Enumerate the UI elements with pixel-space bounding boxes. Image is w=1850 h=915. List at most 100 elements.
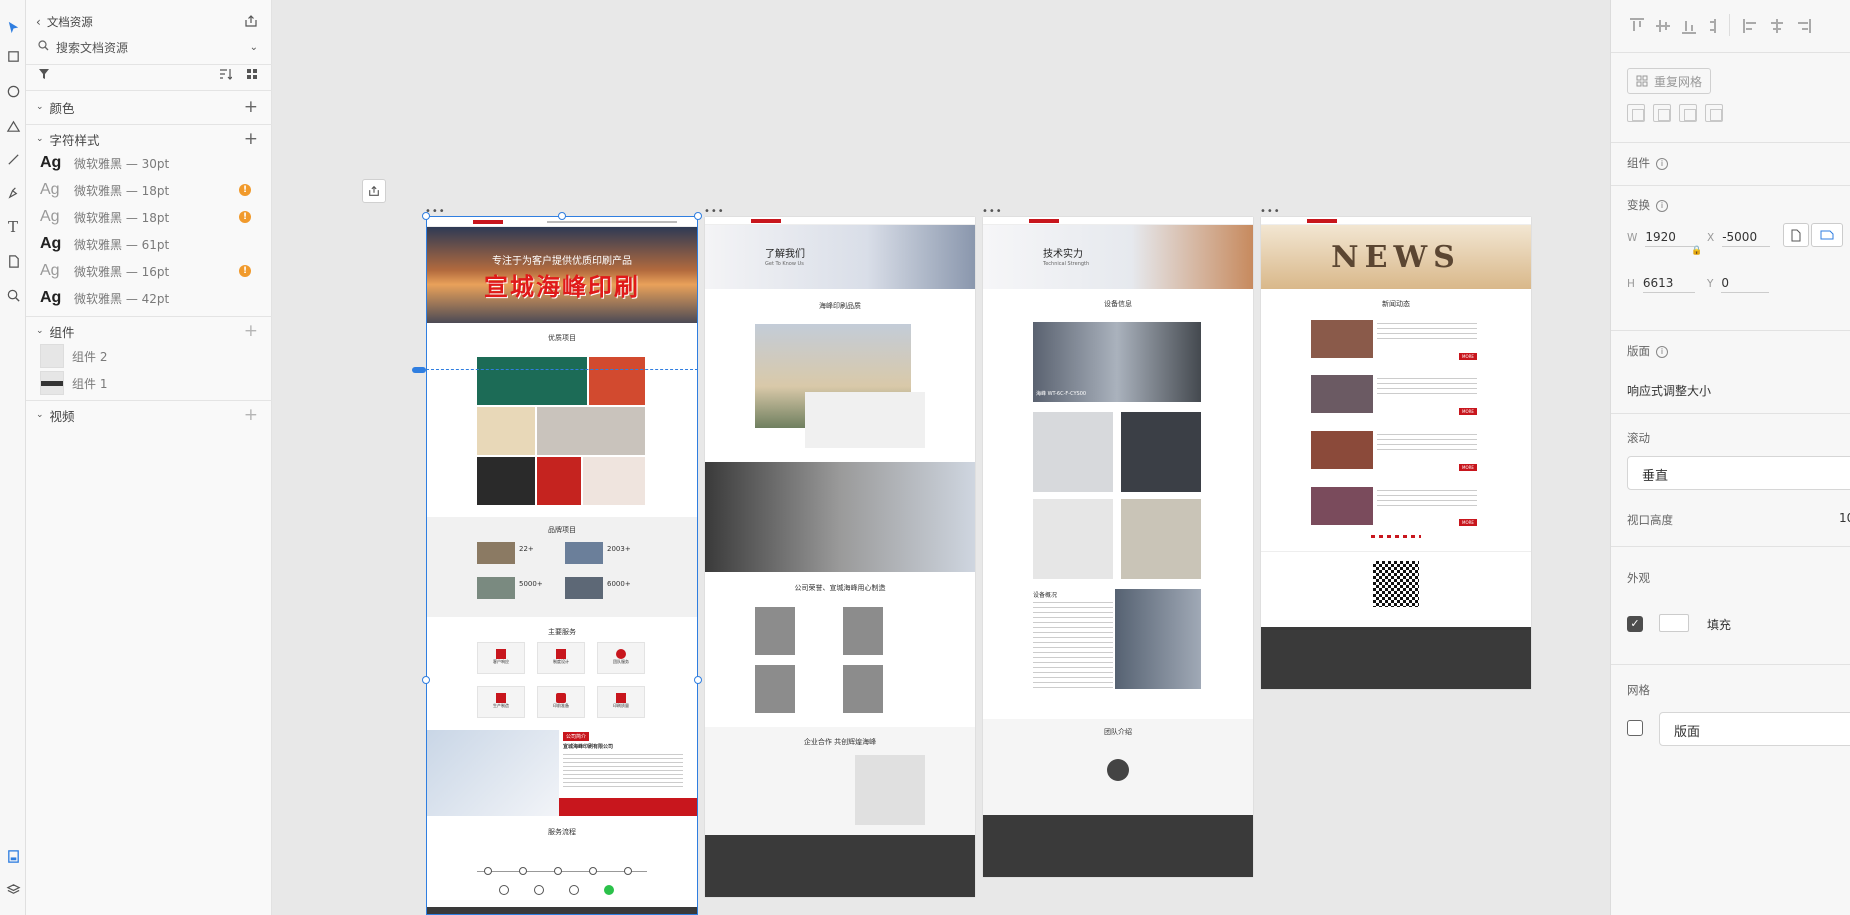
resize-handle[interactable] bbox=[422, 212, 430, 220]
fill-color-swatch[interactable] bbox=[1659, 614, 1689, 632]
polygon-tool-icon[interactable] bbox=[0, 115, 26, 137]
rectangle-tool-icon[interactable] bbox=[0, 45, 26, 67]
char-style-item[interactable]: Ag 微软雅黑 — 42pt bbox=[26, 287, 272, 309]
y-input[interactable]: 0 bbox=[1721, 276, 1770, 293]
section-heading: 设备信息 bbox=[1104, 300, 1132, 308]
add-char-style-icon[interactable]: + bbox=[244, 130, 258, 148]
align-right-icon[interactable] bbox=[1793, 16, 1813, 36]
info-icon[interactable]: i bbox=[1656, 199, 1668, 212]
char-style-item[interactable]: Ag 微软雅黑 — 18pt ! bbox=[26, 206, 272, 228]
grid-view-icon[interactable] bbox=[246, 68, 258, 83]
document-assets-icon[interactable] bbox=[0, 845, 26, 867]
width-field[interactable]: W 1920 bbox=[1627, 230, 1698, 247]
artboard-menu-icon[interactable]: ••• bbox=[982, 206, 1003, 217]
scroll-direction-select[interactable]: 垂直 bbox=[1627, 456, 1850, 490]
artboard-home[interactable]: 专注于为客户提供优质印刷产品 宣城海峰印刷 优质项目 品牌项目 22+ 2003… bbox=[427, 217, 697, 915]
warning-icon[interactable]: ! bbox=[239, 211, 251, 223]
grid-checkbox[interactable] bbox=[1627, 720, 1643, 736]
resize-handle[interactable] bbox=[558, 212, 566, 220]
artboard-menu-icon[interactable]: ••• bbox=[704, 206, 725, 217]
repeat-grid-button[interactable]: 重复网格 bbox=[1627, 68, 1712, 94]
portrait-orientation-button[interactable] bbox=[1783, 223, 1809, 247]
boolean-add-icon[interactable] bbox=[1627, 104, 1645, 122]
add-color-icon[interactable]: + bbox=[244, 98, 258, 116]
zoom-tool-icon[interactable] bbox=[0, 284, 26, 306]
char-styles-section-title: 字符样式 bbox=[49, 132, 100, 148]
filter-icon[interactable] bbox=[38, 68, 50, 83]
width-input[interactable]: 1920 bbox=[1645, 230, 1698, 247]
share-icon[interactable] bbox=[244, 14, 258, 31]
resize-handle[interactable] bbox=[694, 212, 702, 220]
component-item[interactable]: 组件 1 bbox=[26, 371, 272, 395]
text-tool-icon[interactable]: T bbox=[0, 216, 26, 238]
viewport-height-input[interactable]: 10 bbox=[1839, 511, 1850, 525]
responsive-resize-label[interactable]: 响应式调整大小 bbox=[1627, 382, 1711, 399]
section-chevron-icon: ⌄ bbox=[36, 410, 44, 420]
assets-search-box[interactable]: 搜索文档资源 ⌄ bbox=[26, 35, 272, 59]
grid-type-select[interactable]: 版面 bbox=[1659, 712, 1850, 746]
viewport-height-handle[interactable] bbox=[412, 367, 426, 373]
lock-aspect-icon[interactable]: 🔒 bbox=[1691, 246, 1702, 256]
artboard-tool-icon[interactable] bbox=[0, 250, 26, 272]
char-style-item[interactable]: Ag 微软雅黑 — 16pt ! bbox=[26, 260, 272, 282]
share-artboard-button[interactable] bbox=[362, 179, 386, 203]
news-more-button[interactable]: MORE bbox=[1459, 519, 1477, 526]
ellipse-tool-icon[interactable] bbox=[0, 80, 26, 102]
artboard-technology[interactable]: 技术实力 Technical Strength 设备信息 海峰 WT-6C-F-… bbox=[983, 217, 1253, 877]
x-field[interactable]: X -5000 bbox=[1707, 230, 1771, 247]
artboard-menu-icon[interactable]: ••• bbox=[1260, 206, 1281, 217]
components-section-header[interactable]: ⌄ 组件 + bbox=[26, 322, 272, 340]
news-more-button[interactable]: MORE bbox=[1459, 464, 1477, 471]
artboard-about[interactable]: 了解我们 Get To Know Us 海峰印刷品质 公司荣誉、宣城海峰用心制造… bbox=[705, 217, 975, 897]
resize-handle[interactable] bbox=[422, 676, 430, 684]
pen-tool-icon[interactable] bbox=[0, 182, 26, 204]
align-top-icon[interactable] bbox=[1627, 16, 1647, 36]
x-input[interactable]: -5000 bbox=[1722, 230, 1771, 247]
boolean-exclude-icon[interactable] bbox=[1705, 104, 1723, 122]
tool-rail: T bbox=[0, 0, 26, 915]
design-canvas[interactable]: ••• 专注于为客户提供优质印刷产品 宣城海峰印刷 优质项目 品牌项目 22+ … bbox=[272, 0, 1610, 915]
video-section-header[interactable]: ⌄ 视频 + bbox=[26, 406, 272, 424]
height-field[interactable]: H 6613 bbox=[1627, 276, 1695, 293]
distribute-icon[interactable] bbox=[1705, 16, 1725, 36]
page-banner: NEWS bbox=[1261, 225, 1531, 289]
add-video-icon[interactable]: + bbox=[244, 406, 258, 424]
char-style-item[interactable]: Ag 微软雅黑 — 30pt bbox=[26, 152, 272, 174]
landscape-orientation-button[interactable] bbox=[1811, 223, 1843, 247]
height-input[interactable]: 6613 bbox=[1642, 276, 1695, 293]
y-field[interactable]: Y0 bbox=[1707, 276, 1770, 293]
info-icon[interactable]: i bbox=[1656, 345, 1668, 358]
align-bottom-icon[interactable] bbox=[1679, 16, 1699, 36]
select-tool-icon[interactable] bbox=[0, 16, 26, 38]
artboard-news[interactable]: NEWS 新闻动态 MORE MORE MORE MORE bbox=[1261, 217, 1531, 689]
info-icon[interactable]: i bbox=[1656, 157, 1668, 170]
align-center-icon[interactable] bbox=[1767, 16, 1787, 36]
char-style-item[interactable]: Ag 微软雅黑 — 18pt ! bbox=[26, 179, 272, 201]
warning-icon[interactable]: ! bbox=[239, 184, 251, 196]
add-component-icon[interactable]: + bbox=[244, 322, 258, 340]
colors-section-header[interactable]: ⌄ 颜色 + bbox=[26, 98, 272, 116]
line-tool-icon[interactable] bbox=[0, 148, 26, 170]
news-more-button[interactable]: MORE bbox=[1459, 408, 1477, 415]
assets-back-link[interactable]: 文档资源 bbox=[47, 14, 93, 30]
char-style-item[interactable]: Ag 微软雅黑 — 61pt bbox=[26, 233, 272, 255]
warning-icon[interactable]: ! bbox=[239, 265, 251, 277]
fill-checkbox[interactable]: ✓ bbox=[1627, 616, 1643, 632]
sort-icon[interactable] bbox=[219, 68, 233, 83]
search-icon bbox=[38, 40, 49, 54]
back-chevron-icon[interactable]: ‹ bbox=[36, 15, 41, 29]
layers-icon[interactable] bbox=[0, 878, 26, 900]
boolean-intersect-icon[interactable] bbox=[1679, 104, 1697, 122]
component-item[interactable]: 组件 2 bbox=[26, 344, 272, 368]
char-styles-section-header[interactable]: ⌄ 字符样式 + bbox=[26, 130, 272, 148]
char-style-sample: Ag bbox=[40, 154, 62, 171]
chevron-down-icon[interactable]: ⌄ bbox=[250, 42, 258, 53]
align-middle-icon[interactable] bbox=[1653, 16, 1673, 36]
search-input[interactable]: 搜索文档资源 bbox=[56, 39, 128, 56]
boolean-subtract-icon[interactable] bbox=[1653, 104, 1671, 122]
news-pagination[interactable] bbox=[1371, 535, 1421, 538]
site-footer bbox=[427, 907, 697, 915]
align-left-icon[interactable] bbox=[1741, 16, 1761, 36]
news-more-button[interactable]: MORE bbox=[1459, 353, 1477, 360]
resize-handle[interactable] bbox=[694, 676, 702, 684]
